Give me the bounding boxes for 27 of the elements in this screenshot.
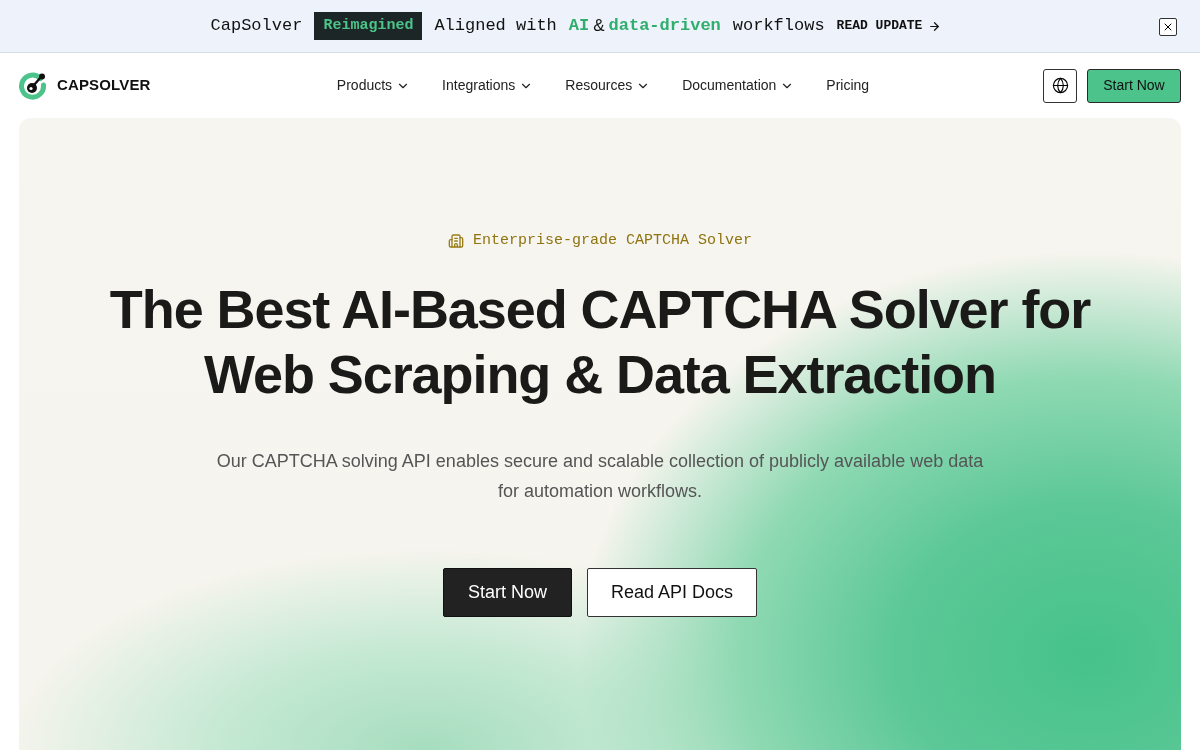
banner-text: workflows — [732, 15, 825, 38]
read-api-docs-button[interactable]: Read API Docs — [587, 567, 758, 617]
logo-icon — [19, 71, 47, 100]
nav-menu-item[interactable]: Pricing — [826, 75, 870, 96]
hero-subtitle: Our CAPTCHA solving API enables secure and scalable collection of publicly available web data for automation workflows. — [215, 449, 985, 503]
nav-menu-item[interactable]: Resources — [565, 75, 651, 96]
close-button[interactable] — [1159, 18, 1177, 36]
hero-headline: The Best AI-Based CAPTCHA Solver for Web Scraping & Data Extraction — [108, 277, 1092, 406]
hero-badge-text: Enterprise-grade CAPTCHA Solver — [472, 231, 752, 251]
building-icon — [447, 233, 464, 250]
logo-text: CAPSOLVER — [57, 75, 151, 96]
close-icon — [1162, 21, 1174, 33]
banner-highlight-text: AI — [568, 15, 590, 38]
banner-text: & — [593, 15, 605, 38]
nav-menu-item[interactable]: Products — [336, 75, 411, 96]
banner-text: Aligned with — [434, 15, 557, 38]
globe-icon — [1051, 77, 1069, 94]
arrow-right-icon — [928, 19, 942, 33]
start-now-button[interactable]: Start Now — [442, 567, 572, 617]
reimagined-tag: Reimagined — [314, 12, 423, 40]
nav-menu-item[interactable]: Documentation — [682, 75, 795, 96]
banner-highlight-text: data-driven — [608, 15, 721, 38]
start-now-button[interactable]: Start Now — [1087, 68, 1181, 103]
banner-text: CapSolver — [210, 15, 303, 38]
nav-menu-item[interactable]: Integrations — [442, 75, 534, 96]
language-button[interactable] — [1043, 68, 1077, 103]
read-update-link[interactable]: READ UPDATE — [836, 16, 942, 36]
